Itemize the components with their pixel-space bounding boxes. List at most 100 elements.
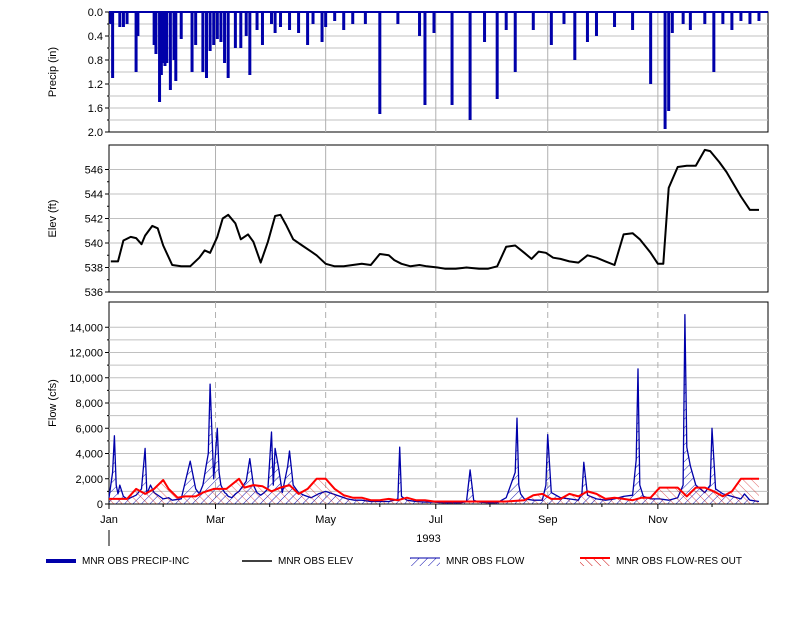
precip-bar (212, 12, 216, 45)
precip-bar (297, 12, 301, 33)
y-tick-label: 544 (85, 189, 103, 201)
y-tick-label: 6,000 (75, 423, 103, 435)
y-tick-label: 538 (85, 263, 103, 275)
precip-bar (125, 12, 129, 24)
precip-bar (260, 12, 264, 45)
precip-bar (378, 12, 382, 114)
precip-bar (613, 12, 617, 27)
x-axis-label: 1993 (416, 533, 440, 545)
precip-bar (239, 12, 243, 48)
precip-bar (418, 12, 422, 36)
panel-flow: 0 2,000 4,000 6,000 8,000 10,000 12,000 14,000 F… (47, 301, 769, 546)
precip-bar (165, 12, 169, 63)
precip-bar (649, 12, 653, 84)
precip-bar (594, 12, 598, 36)
y-tick-label: 0.0 (88, 7, 103, 19)
legend-item-elev: MNR OBS ELEV (240, 552, 380, 572)
legend-item-flow: MNR OBS FLOW (408, 552, 558, 572)
y-tick-label: 0 (97, 499, 103, 511)
precip-bar (121, 12, 125, 27)
precip-bar (219, 12, 223, 42)
panel-elev: 536 538 540 542 544 546 Elev (ft) (47, 144, 769, 299)
y-tick-label: 1.6 (88, 103, 103, 115)
precip-bar (504, 12, 508, 30)
precip-bar (721, 12, 725, 24)
y-tick-label: 0.4 (88, 31, 103, 43)
legend-item-res-out: MNR OBS FLOW-RES OUT (578, 552, 778, 572)
precip-bar (273, 12, 277, 33)
precip-bar (712, 12, 716, 72)
precip-bar (573, 12, 577, 60)
precip-bar (450, 12, 454, 105)
precip-bar (531, 12, 535, 30)
legend-swatch-res-out (580, 557, 610, 566)
precip-bar (194, 12, 198, 45)
y-tick-label: 2,000 (75, 474, 103, 486)
legend-label-elev: MNR OBS ELEV (278, 556, 354, 567)
x-tick-label: May (315, 514, 336, 526)
y-tick-label: 14,000 (69, 322, 103, 334)
precip-bar (244, 12, 248, 36)
precip-bar (585, 12, 589, 42)
precip-bar (111, 12, 115, 78)
precip-bar (667, 12, 671, 111)
precip-bar (432, 12, 436, 33)
precip-bar (670, 12, 674, 33)
precip-bar (288, 12, 292, 30)
legend-swatch-flow (410, 557, 440, 566)
precip-bar (208, 12, 212, 51)
precip-bar (179, 12, 183, 39)
precip-bar (154, 12, 158, 54)
precip-bar (201, 12, 205, 72)
precip-bar (333, 12, 337, 21)
x-tick-label: Jul (429, 514, 443, 526)
precip-bar (311, 12, 315, 24)
precip-bar (730, 12, 734, 30)
y-tick-label: 542 (85, 214, 103, 226)
precip-bar (757, 12, 761, 21)
precip-bar (279, 12, 283, 27)
precip-bar (269, 12, 273, 24)
y-tick-label: 4,000 (75, 449, 103, 461)
precip-bar (468, 12, 472, 120)
precip-bar (483, 12, 487, 42)
legend-swatch-precip (46, 559, 76, 563)
precip-bar (324, 12, 328, 27)
y-tick-label: 1.2 (88, 79, 103, 91)
y-tick-label: 2.0 (88, 127, 103, 139)
precip-bar (248, 12, 252, 75)
precip-bar (549, 12, 553, 45)
precip-bar (513, 12, 517, 72)
hydrograph-chart: 0.0 0.4 0.8 1.2 1.6 2.0 Precip (in) 536 538 540 54… (0, 0, 800, 627)
precip-bar (306, 12, 310, 45)
precip-bar (562, 12, 566, 24)
y-tick-label: 536 (85, 287, 103, 299)
precip-bar (223, 12, 227, 63)
y-tick-label: 12,000 (69, 348, 103, 360)
x-tick-label: Jan (100, 514, 118, 526)
legend-label-precip: MNR OBS PRECIP-INC (82, 556, 190, 567)
precip-bar (342, 12, 346, 30)
x-tick-label: Sep (538, 514, 558, 526)
precip-bar (118, 12, 122, 27)
precip-bar (168, 12, 172, 90)
y-axis-label: Elev (ft) (47, 200, 59, 238)
precip-bar (631, 12, 635, 30)
precip-bar (233, 12, 237, 48)
y-tick-label: 546 (85, 165, 103, 177)
precip-bar (351, 12, 355, 24)
precip-bar (423, 12, 427, 105)
legend-label-flow: MNR OBS FLOW (446, 556, 525, 567)
legend-swatch-elev (242, 560, 272, 562)
legend-label-res-out: MNR OBS FLOW-RES OUT (616, 556, 742, 567)
y-tick-label: 540 (85, 238, 103, 250)
x-tick-label: Nov (648, 514, 668, 526)
precip-bar (495, 12, 499, 99)
panel-precip: 0.0 0.4 0.8 1.2 1.6 2.0 Precip (in) (47, 7, 769, 139)
precip-bar (320, 12, 324, 42)
precip-bar (396, 12, 400, 24)
y-tick-label: 10,000 (69, 373, 103, 385)
precip-bar (739, 12, 743, 21)
y-axis-label: Precip (in) (47, 47, 59, 97)
precip-bar (748, 12, 752, 24)
